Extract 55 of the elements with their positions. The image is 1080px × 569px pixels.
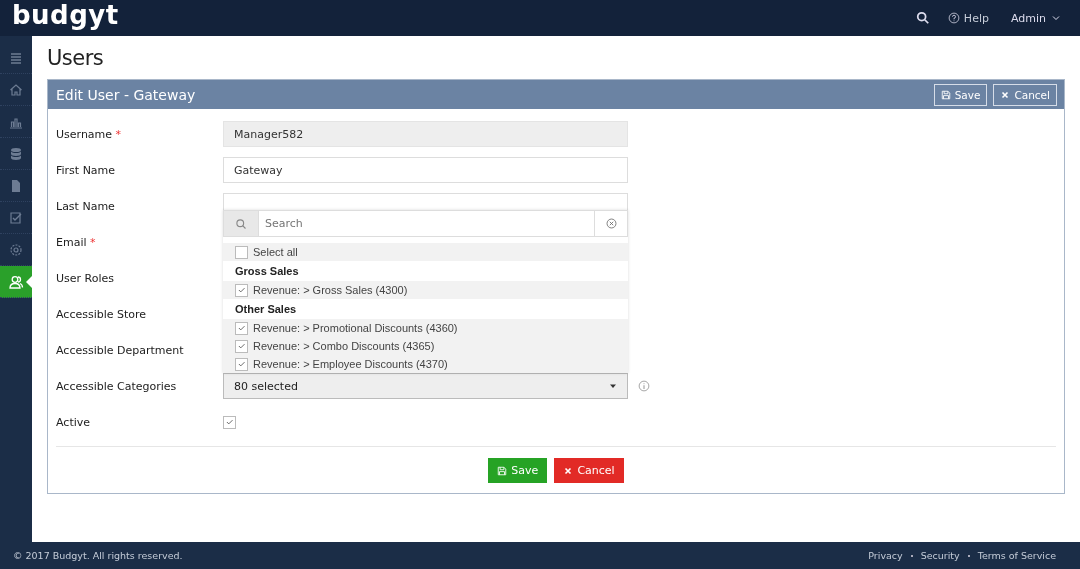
- field-label: Active: [56, 415, 91, 429]
- checkbox[interactable]: [235, 339, 248, 353]
- close-icon: [563, 465, 574, 476]
- caret-icon: [609, 382, 617, 390]
- field-label: Accessible Department: [56, 343, 184, 357]
- page-title: Users: [47, 46, 105, 70]
- field-label: Accessible Categories: [56, 379, 177, 393]
- cancel-button[interactable]: Cancel: [554, 458, 624, 483]
- checkbox[interactable]: [223, 415, 236, 429]
- required-mark: *: [115, 127, 122, 141]
- settings-icon: [8, 241, 24, 258]
- caret-icon: [1052, 14, 1060, 22]
- users-icon: [8, 273, 24, 290]
- field-label: User Roles: [56, 271, 114, 285]
- field-label: First Name: [56, 163, 116, 177]
- logo[interactable]: budgyt: [12, 0, 119, 30]
- checkbox[interactable]: [235, 321, 248, 335]
- help-icon[interactable]: [947, 12, 960, 24]
- info-icon[interactable]: [638, 380, 650, 392]
- panel-title: Edit User - Gateway: [56, 86, 197, 103]
- field-label: Last Name: [56, 199, 115, 213]
- clear-icon[interactable]: [605, 218, 617, 229]
- multiselect-dropdown[interactable]: 80 selected: [223, 373, 628, 399]
- search-field[interactable]: Search: [223, 210, 628, 237]
- check-icon: [224, 417, 235, 427]
- checkbox[interactable]: [235, 357, 248, 371]
- field-label: Email: [56, 235, 87, 249]
- close-icon: [1000, 89, 1011, 100]
- sidebar-item[interactable]: [0, 266, 32, 298]
- check-icon: [236, 341, 247, 351]
- search-icon: [235, 217, 247, 230]
- required-mark: *: [90, 235, 96, 249]
- footer-link[interactable]: Privacy: [868, 550, 903, 561]
- check-icon: [236, 359, 247, 369]
- field-label: Accessible Store: [56, 307, 147, 321]
- group-heading: Other Sales: [234, 302, 298, 317]
- save-button[interactable]: Save: [933, 83, 988, 106]
- field-label: Username: [56, 127, 113, 141]
- checkbox[interactable]: [235, 283, 248, 297]
- footer-link[interactable]: Security: [920, 550, 960, 561]
- search-icon[interactable]: [915, 11, 930, 25]
- username-field[interactable]: Manager582: [223, 121, 628, 147]
- database-icon: [8, 145, 24, 162]
- checkbox-icon: [8, 209, 24, 226]
- user-menu[interactable]: Admin: [1010, 11, 1060, 25]
- text-field[interactable]: Gateway: [223, 157, 628, 183]
- footer-link[interactable]: Terms of Service: [977, 550, 1056, 561]
- help-link[interactable]: Help: [963, 11, 989, 25]
- option-label[interactable]: Select all: [253, 246, 298, 258]
- group-heading: Gross Sales: [234, 264, 300, 279]
- check-icon: [236, 323, 247, 333]
- cancel-button[interactable]: Cancel: [993, 83, 1057, 106]
- copyright-text: © 2017 Budgyt. All rights reserved.: [13, 550, 183, 561]
- checkbox[interactable]: [235, 245, 248, 259]
- check-icon: [236, 285, 247, 295]
